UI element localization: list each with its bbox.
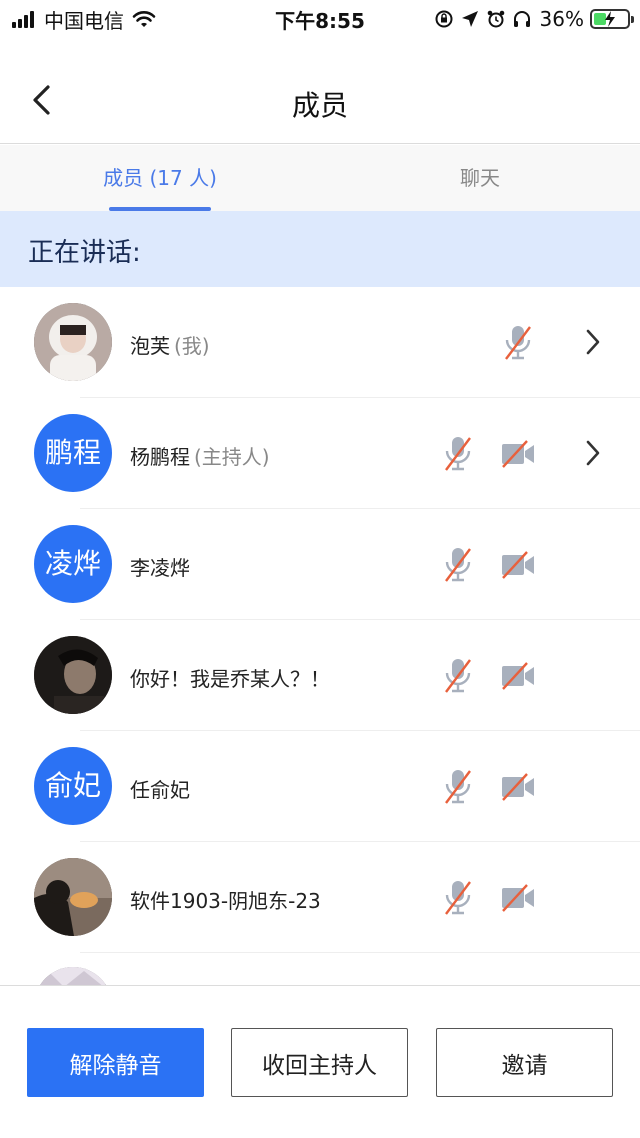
member-name-label: 你好！我是乔某人？！	[130, 663, 330, 692]
member-name: 泡芙	[130, 334, 170, 358]
bottom-action-bar: 解除静音 收回主持人 邀请	[0, 985, 640, 1138]
speaking-banner: 正在讲话:	[0, 211, 640, 287]
member-name: 李凌烨	[130, 556, 190, 580]
member-row[interactable]: 泡芙 (我)	[0, 287, 640, 398]
member-name-label: 杨鹏程 (主持人)	[130, 441, 270, 470]
avatar	[34, 858, 112, 936]
headphones-icon	[513, 11, 530, 27]
mic-muted-icon[interactable]	[500, 323, 536, 363]
speaking-label: 正在讲话:	[28, 238, 141, 268]
avatar	[34, 636, 112, 714]
member-row[interactable]: 俞妃 任俞妃	[0, 731, 640, 842]
status-bar: 中国电信 下午8:55 36%	[0, 0, 640, 40]
member-name: 软件1903-阴旭东-23	[130, 889, 321, 913]
avatar	[34, 967, 112, 985]
chevron-right-icon[interactable]	[582, 438, 604, 468]
charging-bolt-icon	[605, 11, 615, 27]
battery-icon	[590, 9, 634, 29]
mic-muted-icon[interactable]	[440, 878, 476, 918]
camera-off-icon[interactable]	[500, 656, 536, 696]
alarm-icon	[487, 10, 504, 28]
rotation-lock-icon	[435, 10, 453, 28]
tab-chat[interactable]: 聊天	[320, 145, 640, 211]
battery-percent: 36%	[539, 7, 584, 31]
member-name-label: 任俞妃	[130, 774, 190, 803]
member-role: (我)	[174, 334, 210, 358]
member-row[interactable]: 凌烨 李凌烨	[0, 509, 640, 620]
mic-muted-icon[interactable]	[440, 434, 476, 474]
member-list: 泡芙 (我) 鹏程 杨鹏程 (主持人) 凌烨 李凌烨 你好！我是乔某人？！ 俞妃…	[0, 287, 640, 985]
member-name: 杨鹏程	[130, 445, 190, 469]
battery-tip	[631, 16, 634, 23]
avatar-photo-image	[34, 303, 112, 381]
avatar-photo-image	[34, 636, 112, 714]
member-name-label: 泡芙 (我)	[130, 330, 210, 359]
mic-muted-icon[interactable]	[440, 545, 476, 585]
member-row[interactable]	[0, 953, 640, 985]
member-name-label: 软件1903-阴旭东-23	[130, 885, 321, 914]
member-name: 你好！我是乔某人？！	[130, 667, 330, 691]
chevron-right-icon[interactable]	[582, 327, 604, 357]
member-name-label: 李凌烨	[130, 552, 190, 581]
camera-off-icon[interactable]	[500, 767, 536, 807]
member-row[interactable]: 你好！我是乔某人？！	[0, 620, 640, 731]
camera-off-icon[interactable]	[500, 545, 536, 585]
avatar-photo-image	[34, 858, 112, 936]
reclaim-host-button[interactable]: 收回主持人	[231, 1028, 408, 1097]
nav-header: 成员	[0, 40, 640, 144]
avatar	[34, 303, 112, 381]
status-bar-right: 36%	[428, 6, 634, 32]
mic-muted-icon[interactable]	[440, 767, 476, 807]
avatar-photo-image	[34, 967, 112, 985]
member-name: 任俞妃	[130, 778, 190, 802]
tab-members[interactable]: 成员 (17 人)	[0, 145, 320, 211]
camera-off-icon[interactable]	[500, 878, 536, 918]
mic-muted-icon[interactable]	[440, 656, 476, 696]
member-role: (主持人)	[194, 445, 270, 469]
avatar: 鹏程	[34, 414, 112, 492]
member-row[interactable]: 软件1903-阴旭东-23	[0, 842, 640, 953]
page-title: 成员	[291, 89, 348, 122]
invite-button[interactable]: 邀请	[436, 1028, 613, 1097]
unmute-button[interactable]: 解除静音	[27, 1028, 204, 1097]
location-icon	[461, 11, 478, 27]
camera-off-icon[interactable]	[500, 434, 536, 474]
members-screen: 中国电信 下午8:55 36% 成员 成员 (17 人) 聊天 正在讲话: 泡芙…	[0, 0, 640, 1138]
avatar: 俞妃	[34, 747, 112, 825]
member-row[interactable]: 鹏程 杨鹏程 (主持人)	[0, 398, 640, 509]
tab-bar: 成员 (17 人) 聊天	[0, 145, 640, 211]
avatar: 凌烨	[34, 525, 112, 603]
